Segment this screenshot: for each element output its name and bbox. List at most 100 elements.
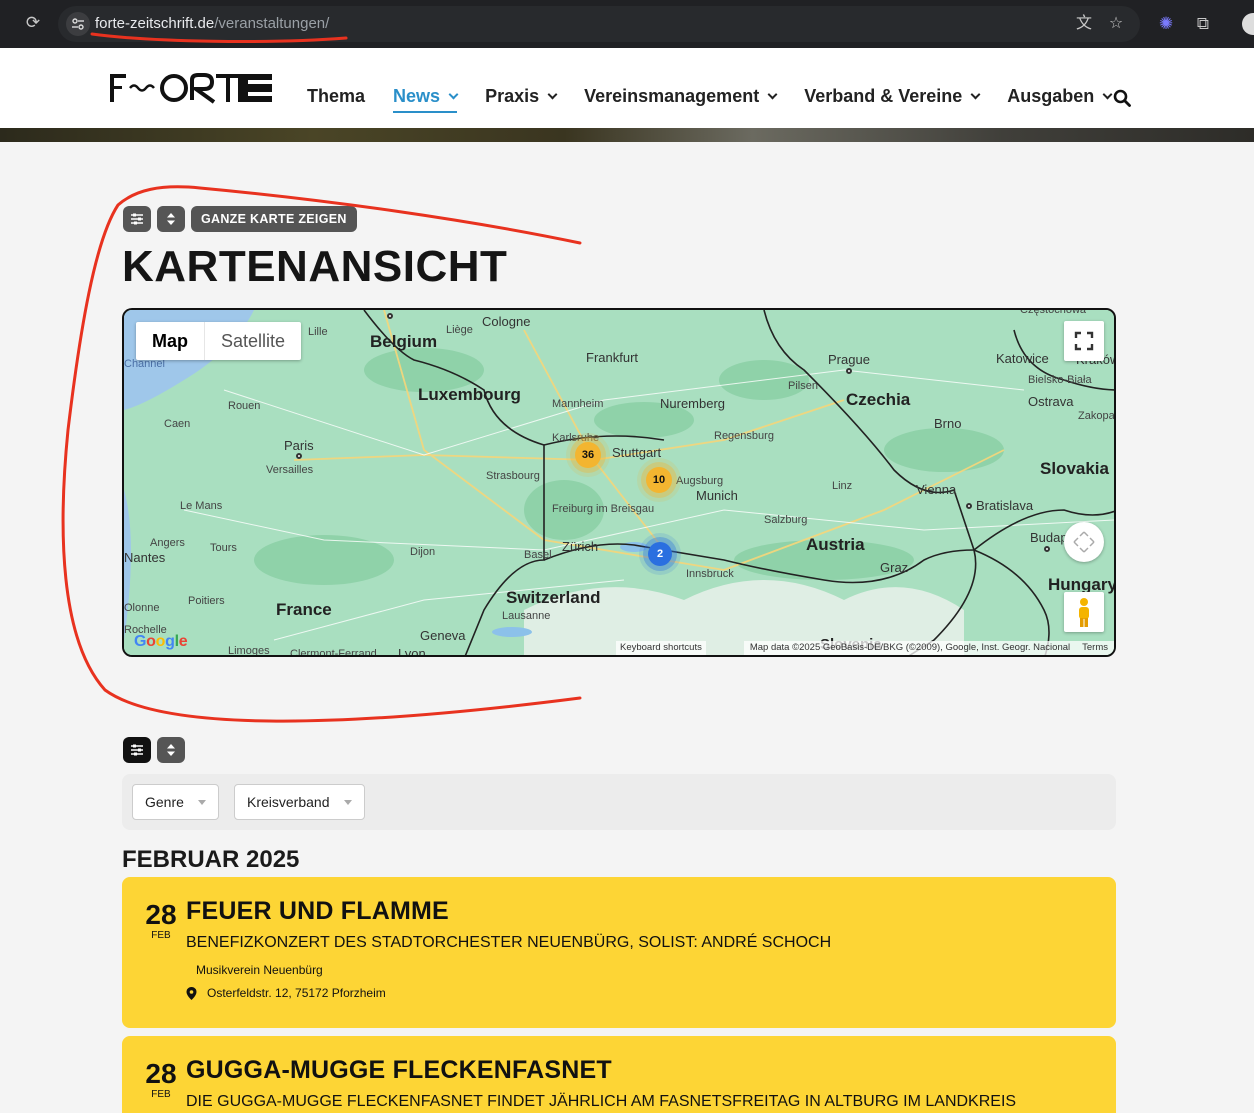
map-label-tours: Tours [210, 542, 237, 554]
map-label-limoges: Limoges [228, 645, 270, 657]
map-pin-icon [186, 986, 197, 1000]
pan-arrows-icon [1073, 531, 1095, 553]
map-label-poitiers: Poitiers [188, 595, 225, 607]
filter-sliders-button[interactable] [123, 206, 151, 232]
event-card[interactable]: 28 FEB GUGGA-MUGGE FLECKENFASNET DIE GUG… [122, 1036, 1116, 1113]
map-label-belgium: Belgium [370, 332, 438, 351]
map-data-attribution: Map data ©2025 GeoBasis-DE/BKG (©2009), … [749, 642, 1071, 653]
map-label-innsbruck: Innsbruck [686, 568, 734, 580]
nav-item-vereinsmanagement[interactable]: Vereinsmanagement [584, 86, 778, 107]
nav-item-praxis[interactable]: Praxis [485, 86, 558, 107]
extension-icon[interactable]: ✺ [1155, 13, 1177, 35]
sliders-icon [131, 213, 143, 225]
site-settings-icon[interactable] [66, 12, 90, 36]
camera-pan-control[interactable] [1064, 522, 1104, 562]
event-title[interactable]: FEUER UND FLAMME [186, 897, 449, 926]
hero-image-strip [0, 128, 1254, 142]
event-organizer: Musikverein Neuenbürg [196, 963, 323, 977]
map-label-luxembourg: Luxembourg [418, 385, 521, 404]
map-type-toggle: Map Satellite [136, 322, 302, 360]
chevron-down-icon [970, 89, 981, 100]
map-label-switzerland: Switzerland [506, 588, 601, 607]
map-label-freiburg: Freiburg im Breisgau [552, 503, 655, 515]
kreisverband-select[interactable]: Kreisverband [234, 784, 365, 820]
genre-select[interactable]: Genre [132, 784, 219, 820]
map-label-katowice: Katowice [996, 351, 1049, 366]
nav-item-news[interactable]: News [393, 86, 459, 113]
map-label-lyon: Lyon [398, 646, 426, 657]
map-type-map-button[interactable]: Map [136, 322, 205, 360]
event-subtitle: DIE GUGGA-MUGGE FLECKENFASNET FINDET JÄH… [186, 1093, 1017, 1110]
bookmark-star-icon[interactable]: ☆ [1106, 14, 1126, 34]
caret-down-icon [343, 799, 352, 805]
map-label-stuttgart: Stuttgart [612, 445, 662, 460]
event-day: 28 [145, 1058, 177, 1089]
map-type-satellite-button[interactable]: Satellite [205, 322, 301, 360]
event-day: 28 [145, 899, 177, 930]
map-city-dot [966, 503, 972, 509]
map-label-bielsko-biala: Bielsko-Biała [1028, 374, 1092, 386]
nav-item-verband-vereine[interactable]: Verband & Vereine [804, 86, 981, 107]
map-city-dot [296, 453, 302, 459]
sort-button[interactable] [157, 737, 185, 763]
map-toolbar: GANZE KARTE ZEIGEN [123, 206, 357, 232]
map-label-frankfurt: Frankfurt [586, 350, 639, 365]
profile-avatar[interactable] [1242, 13, 1254, 35]
map-label-regensburg: Regensburg [714, 430, 774, 442]
event-cluster-marker[interactable]: 10 [646, 467, 672, 493]
map-label-nuremberg: Nuremberg [660, 396, 726, 411]
event-month: FEB [151, 930, 171, 941]
nav-label: Thema [307, 86, 366, 106]
nav-label: Verband & Vereine [804, 86, 963, 106]
event-cluster-marker[interactable]: 36 [575, 442, 601, 468]
event-title[interactable]: GUGGA-MUGGE FLECKENFASNET [186, 1056, 612, 1085]
nav-item-thema[interactable]: Thema [307, 86, 365, 107]
event-month: FEB [151, 1089, 171, 1100]
events-map[interactable]: Cologne Liège Lille Belgium Frankfurt Pr… [122, 308, 1116, 657]
map-label-salzburg: Salzburg [764, 514, 808, 526]
event-card[interactable]: 28 FEB FEUER UND FLAMME BENEFIZKONZERT D… [122, 877, 1116, 1028]
street-view-pegman-button[interactable] [1064, 592, 1104, 632]
fullscreen-button[interactable] [1064, 321, 1104, 361]
map-city-dot [1044, 546, 1050, 552]
map-label-austria: Austria [806, 535, 865, 554]
main-navigation: Thema News Praxis Vereinsmanagement Verb… [307, 86, 1139, 113]
map-attribution: Map data ©2025 GeoBasis-DE/BKG (©2009), … [743, 641, 1114, 655]
nav-label: Ausgaben [1007, 86, 1095, 106]
forte-logo[interactable] [110, 72, 274, 104]
map-label-liege: Liège [446, 324, 473, 336]
translate-icon[interactable]: 文 [1074, 14, 1094, 34]
show-full-map-button[interactable]: GANZE KARTE ZEIGEN [191, 206, 357, 232]
map-label-pilsen: Pilsen [788, 380, 818, 392]
filter-sliders-button[interactable] [123, 737, 151, 763]
map-city-dot [387, 313, 393, 319]
sliders-icon [131, 744, 143, 756]
nav-item-ausgaben[interactable]: Ausgaben [1007, 86, 1113, 107]
sort-button[interactable] [157, 206, 185, 232]
terms-link[interactable]: Terms [1082, 641, 1108, 655]
map-label-brno: Brno [934, 416, 962, 431]
map-label-slovakia: Slovakia [1040, 459, 1109, 478]
fullscreen-icon [1074, 331, 1094, 351]
kreisverband-select-label: Kreisverband [247, 794, 330, 810]
map-label-france: France [276, 600, 332, 619]
map-label-zakopane: Zakopane [1078, 410, 1115, 422]
map-label-lausanne: Lausanne [502, 610, 551, 622]
nav-label: Vereinsmanagement [584, 86, 760, 106]
event-subtitle: BENEFIZKONZERT DES STADTORCHESTER NEUENB… [186, 934, 832, 951]
extensions-puzzle-icon[interactable]: ⧉ [1192, 13, 1214, 35]
event-address: Osterfeldstr. 12, 75172 Pforzheim [207, 986, 386, 1000]
map-label-ostrava: Ostrava [1028, 394, 1074, 409]
list-toolbar [123, 737, 185, 763]
caret-down-icon [197, 799, 206, 805]
keyboard-shortcuts-link[interactable]: Keyboard shortcuts [616, 641, 706, 655]
event-cluster-marker[interactable]: 2 [648, 542, 672, 566]
map-label-basel: Basel [524, 549, 552, 561]
site-header: Thema News Praxis Vereinsmanagement Verb… [0, 48, 1254, 128]
search-icon[interactable] [1113, 89, 1131, 107]
map-label-olonne: Olonne [124, 602, 160, 614]
event-location: Osterfeldstr. 12, 75172 Pforzheim [186, 986, 386, 1000]
map-label-paris: Paris [284, 438, 314, 453]
reload-icon[interactable]: ⟳ [22, 12, 44, 34]
pegman-icon [1079, 598, 1089, 627]
